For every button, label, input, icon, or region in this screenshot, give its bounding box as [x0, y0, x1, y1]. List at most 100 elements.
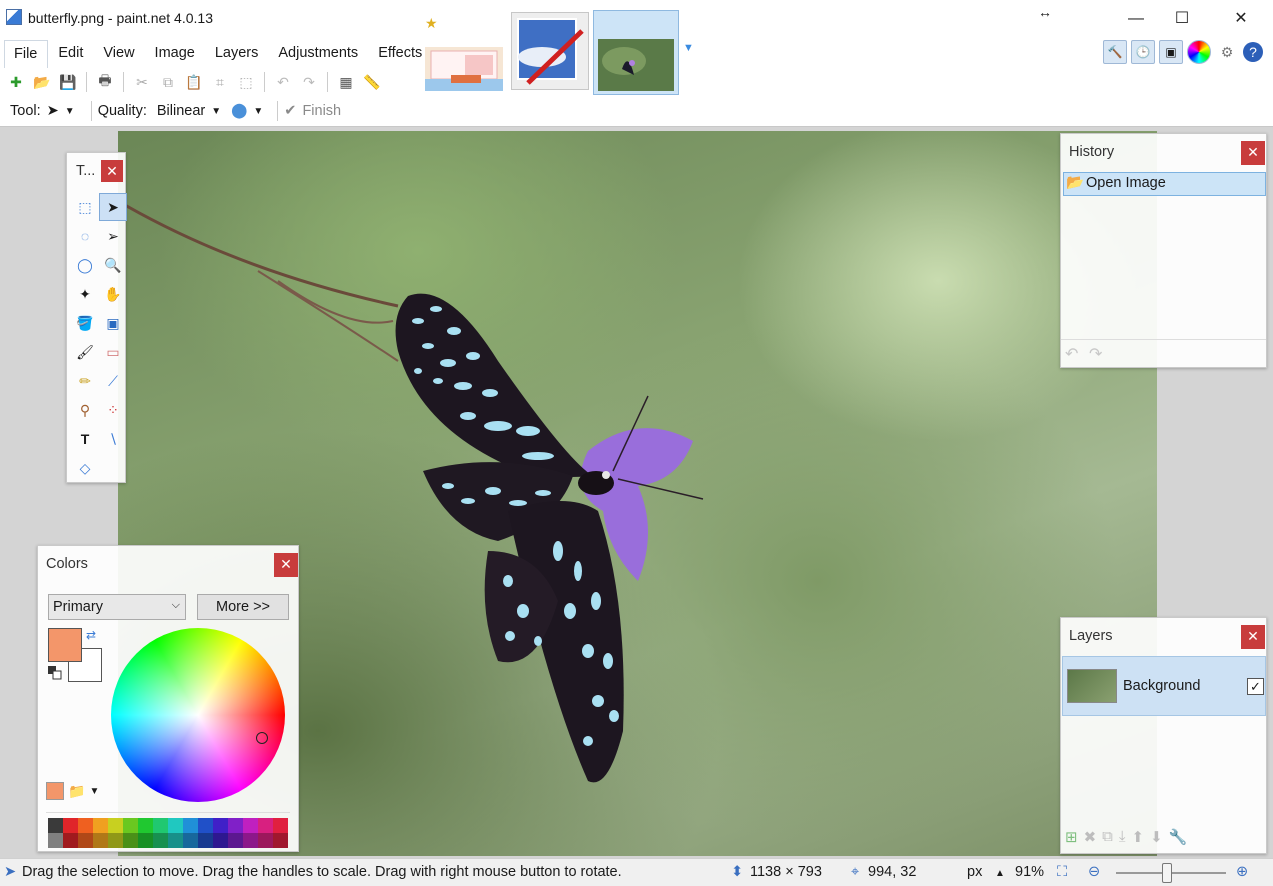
menu-edit[interactable]: Edit — [48, 40, 93, 68]
maximize-button[interactable]: ☐ — [1159, 4, 1205, 34]
chevron-up-icon[interactable]: ▲ — [995, 868, 1005, 879]
palette-swatch[interactable] — [93, 818, 108, 833]
palette-swatch[interactable] — [168, 833, 183, 848]
save-icon[interactable]: 💾 — [56, 70, 80, 94]
add-color-icon[interactable] — [46, 782, 64, 800]
palette-swatch[interactable] — [258, 818, 273, 833]
palette-swatch[interactable] — [63, 818, 78, 833]
ruler-icon[interactable]: 📏 — [360, 70, 384, 94]
layer-row[interactable]: Background ✓ — [1062, 656, 1266, 716]
help-icon[interactable]: ? — [1243, 42, 1263, 62]
reset-colors-icon[interactable] — [48, 666, 62, 680]
selection-mode-icon[interactable]: ⬤ — [231, 103, 247, 119]
move-layer-down-icon[interactable]: ⬇ — [1150, 828, 1163, 846]
quality-dropdown[interactable]: Bilinear — [157, 103, 205, 119]
rectangle-select-icon[interactable]: ⬚ — [71, 193, 99, 221]
grid-icon[interactable]: ▦ — [334, 70, 358, 94]
minimize-button[interactable]: — — [1113, 4, 1159, 34]
chevron-down-icon[interactable]: ▼ — [89, 786, 99, 797]
paste-icon[interactable]: 📋 — [182, 70, 206, 94]
chevron-down-icon[interactable]: ▼ — [253, 106, 263, 117]
palette-swatch[interactable] — [213, 818, 228, 833]
pencil-icon[interactable]: ✏ — [71, 367, 99, 395]
eraser-icon[interactable]: ▭ — [99, 338, 127, 366]
palette-swatch[interactable] — [153, 818, 168, 833]
recolor-icon[interactable]: ⁘ — [99, 396, 127, 424]
text-icon[interactable]: T — [71, 425, 99, 453]
palette-swatch[interactable] — [123, 833, 138, 848]
gear-icon[interactable]: ⚙ — [1215, 40, 1239, 64]
palette-swatch[interactable] — [123, 818, 138, 833]
zoom-icon[interactable]: 🔍 — [99, 251, 127, 279]
palette-swatch[interactable] — [258, 833, 273, 848]
units-selector[interactable]: px — [967, 864, 982, 880]
undo-icon[interactable]: ↶ — [271, 70, 295, 94]
magic-wand-icon[interactable]: ✦ — [71, 280, 99, 308]
paint-bucket-icon[interactable]: 🪣 — [71, 309, 99, 337]
palette-swatch[interactable] — [273, 833, 288, 848]
palette-menu-icon[interactable]: 📁 — [68, 783, 85, 800]
tools-window-icon[interactable]: 🔨 — [1103, 40, 1127, 64]
palette-swatch[interactable] — [153, 833, 168, 848]
cut-icon[interactable]: ✂ — [130, 70, 154, 94]
palette-swatch[interactable] — [48, 818, 63, 833]
palette-swatch[interactable] — [78, 833, 93, 848]
menu-effects[interactable]: Effects — [368, 40, 432, 68]
zoom-slider-thumb[interactable] — [1162, 863, 1172, 883]
history-item[interactable]: 📂 Open Image — [1063, 172, 1266, 196]
move-selection-tool-icon[interactable]: ➤ — [47, 103, 59, 119]
gradient-icon[interactable]: ▣ — [99, 309, 127, 337]
layers-panel-close-button[interactable]: ✕ — [1241, 625, 1265, 649]
palette-swatch[interactable] — [228, 818, 243, 833]
redo-icon[interactable]: ↷ — [297, 70, 321, 94]
thumbnail-paintdotnet[interactable] — [511, 12, 589, 90]
open-folder-icon[interactable]: 📂 — [30, 70, 54, 94]
palette-swatch[interactable] — [63, 833, 78, 848]
add-layer-icon[interactable]: ⊞ — [1065, 828, 1078, 846]
close-button[interactable]: ✕ — [1218, 4, 1264, 34]
palette-swatch[interactable] — [93, 833, 108, 848]
swap-colors-icon[interactable]: ⇄ — [86, 628, 96, 642]
redo-icon[interactable]: ↷ — [1089, 344, 1102, 364]
color-picker-icon[interactable]: ⟋ — [99, 367, 127, 395]
move-selection-icon[interactable]: ➤ — [99, 193, 127, 221]
palette-swatch[interactable] — [48, 833, 63, 848]
paintbrush-icon[interactable]: 🖌 — [71, 338, 99, 366]
palette-swatch[interactable] — [108, 833, 123, 848]
menu-adjustments[interactable]: Adjustments — [268, 40, 368, 68]
duplicate-layer-icon[interactable]: ⧉ — [1102, 828, 1113, 846]
color-target-dropdown[interactable]: Primary ⌵ — [48, 594, 186, 620]
pan-hand-icon[interactable]: ✋ — [99, 280, 127, 308]
undo-icon[interactable]: ↶ — [1065, 344, 1078, 364]
chevron-down-icon[interactable]: ▼ — [683, 42, 695, 54]
palette-swatch[interactable] — [168, 818, 183, 833]
layers-window-icon[interactable]: ▣ — [1159, 40, 1183, 64]
thumbnail-butterfly[interactable] — [593, 10, 679, 95]
finish-button[interactable]: Finish — [302, 103, 341, 119]
palette-swatch[interactable] — [138, 833, 153, 848]
color-wheel[interactable] — [111, 628, 285, 802]
colors-panel-close-button[interactable]: ✕ — [274, 553, 298, 577]
primary-color-swatch[interactable] — [48, 628, 82, 662]
resize-arrows-icon[interactable]: ↔ — [1038, 4, 1052, 20]
layer-visibility-checkbox[interactable]: ✓ — [1247, 678, 1264, 695]
clone-stamp-icon[interactable]: ⚲ — [71, 396, 99, 424]
more-button[interactable]: More >> — [197, 594, 289, 620]
palette-swatch[interactable] — [78, 818, 93, 833]
history-window-icon[interactable]: 🕒 — [1131, 40, 1155, 64]
tools-panel-close-button[interactable]: ✕ — [101, 160, 123, 182]
palette-swatch[interactable] — [183, 818, 198, 833]
palette-swatch[interactable] — [108, 818, 123, 833]
palette-swatch[interactable] — [243, 833, 258, 848]
print-icon[interactable]: 🖶 — [93, 70, 117, 94]
layer-properties-icon[interactable]: 🔧 — [1169, 828, 1188, 846]
merge-layer-down-icon[interactable]: ⤓ — [1119, 828, 1126, 846]
palette-swatch[interactable] — [228, 833, 243, 848]
zoom-to-window-icon[interactable]: ⛶ — [1057, 864, 1067, 880]
shapes-icon[interactable]: ◇ — [71, 454, 99, 482]
menu-image[interactable]: Image — [145, 40, 205, 68]
zoom-level[interactable]: 91% — [1015, 864, 1044, 880]
palette-swatch[interactable] — [213, 833, 228, 848]
menu-layers[interactable]: Layers — [205, 40, 269, 68]
zoom-in-icon[interactable]: ⊕ — [1236, 864, 1248, 880]
